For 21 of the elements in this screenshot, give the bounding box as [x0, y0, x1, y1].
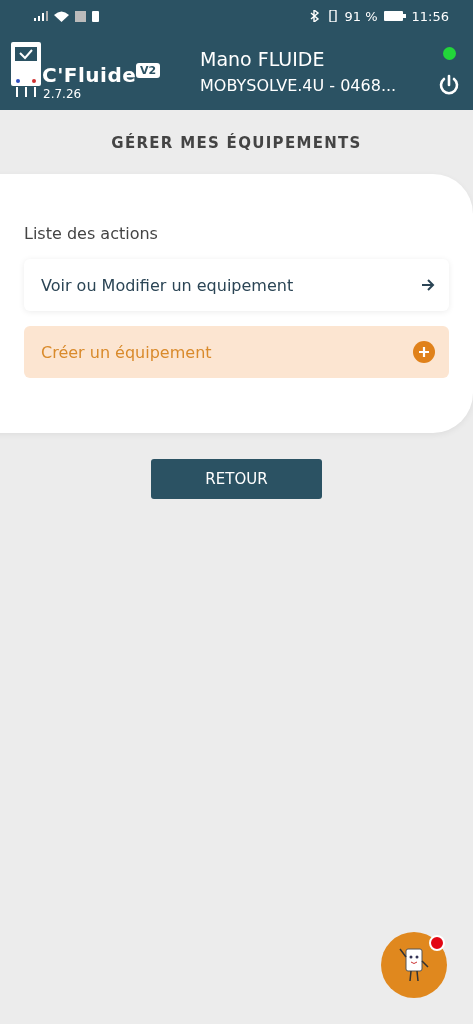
- clock-time: 11:56: [411, 8, 449, 24]
- bluetooth-icon: [308, 10, 321, 22]
- battery-saver-icon: [92, 10, 99, 22]
- device-name: Mano FLUIDE: [200, 47, 326, 70]
- vibrate-icon: [326, 10, 339, 22]
- battery-percent: 91 %: [344, 8, 378, 24]
- action-button[interactable]: Voir ou Modifier un equipement: [24, 259, 449, 311]
- card-heading: Liste des actions: [24, 224, 159, 243]
- device-id: MOBYSOLVE.4U - 0468...: [200, 75, 398, 95]
- page-title: GÉRER MES ÉQUIPEMENTS: [110, 134, 363, 152]
- wifi-icon: [54, 10, 69, 22]
- app-name: C'Fluide: [42, 63, 137, 87]
- plus-icon: [413, 341, 435, 363]
- app-version: 2.7.26: [43, 87, 82, 101]
- arrow-right-icon: [421, 279, 435, 291]
- battery-icon: [383, 11, 406, 21]
- power-icon[interactable]: [438, 73, 460, 96]
- gauge-device-icon: [10, 41, 42, 99]
- back-button[interactable]: RETOUR: [151, 459, 322, 499]
- version-badge: V2: [136, 63, 161, 78]
- signal-icon: [34, 11, 48, 21]
